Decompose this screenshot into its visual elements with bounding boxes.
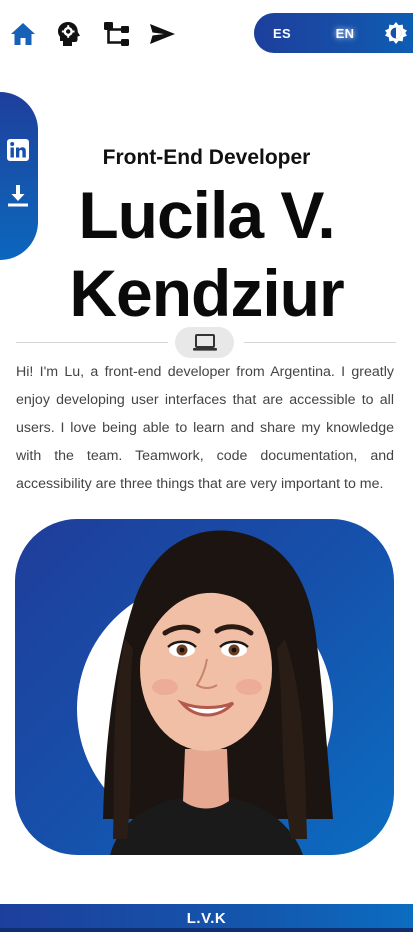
laptop-icon: [192, 333, 217, 351]
job-title: Front-End Developer: [102, 146, 311, 169]
head-gear-icon[interactable]: [53, 18, 85, 50]
divider-right: [244, 342, 396, 343]
flowchart-icon[interactable]: [100, 18, 132, 50]
divider-left: [16, 342, 168, 343]
avatar: [77, 530, 333, 855]
name-line-1: Lucila V.: [78, 178, 335, 252]
name-line-2: Kendziur: [69, 256, 344, 330]
brightness-icon[interactable]: [384, 21, 408, 45]
page-title: Lucila V. Kendziur: [20, 176, 393, 332]
language-option-es[interactable]: ES: [270, 13, 294, 53]
bio-paragraph: Hi! I'm Lu, a front-end developer from A…: [16, 364, 394, 492]
footer-bottom-edge: [0, 928, 413, 932]
portrait-card: [15, 519, 394, 855]
laptop-badge: [175, 327, 234, 358]
top-navigation: ES EN: [0, 0, 413, 66]
send-icon[interactable]: [146, 18, 178, 50]
language-switcher: ES EN: [254, 13, 413, 53]
footer-initials: L.V.K: [186, 909, 227, 927]
home-icon[interactable]: [7, 18, 39, 50]
language-option-en[interactable]: EN: [332, 13, 358, 53]
